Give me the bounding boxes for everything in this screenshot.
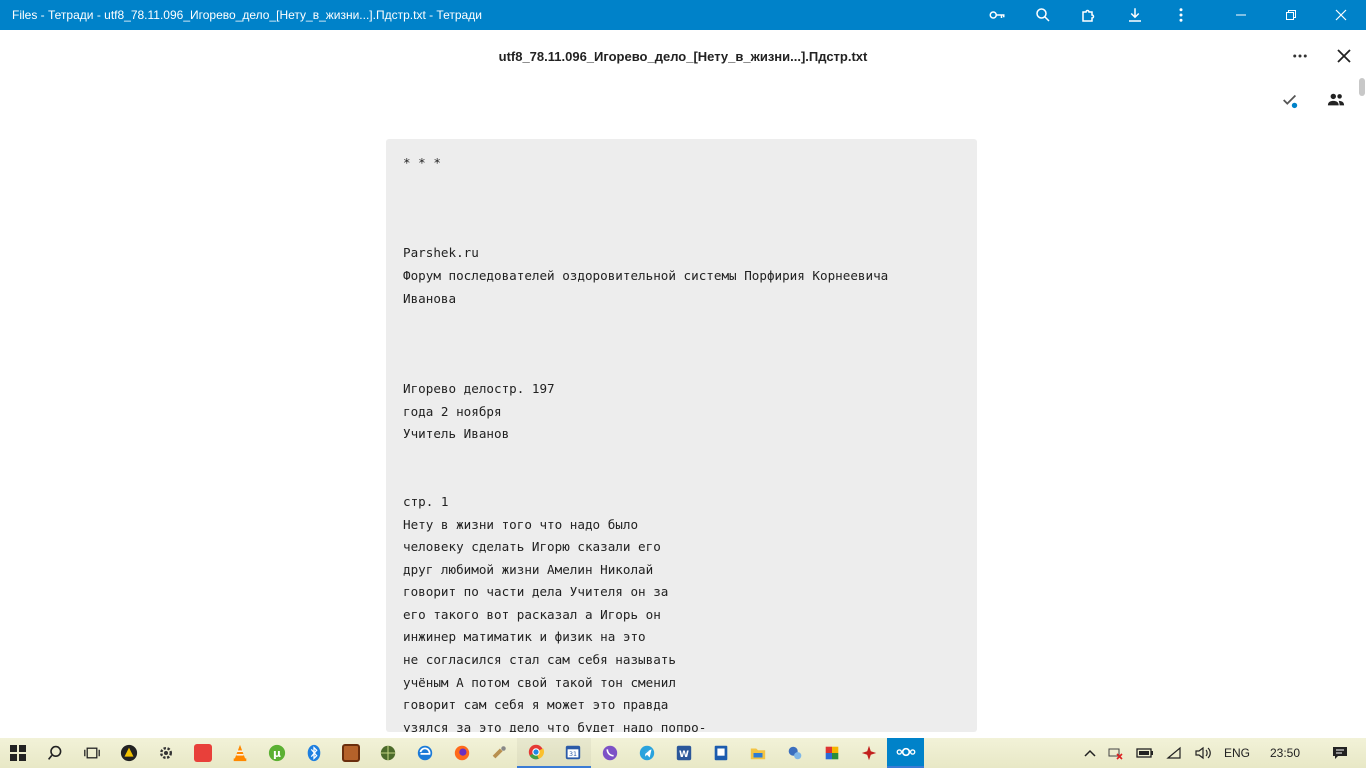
chevron-up-icon[interactable] [1078,738,1102,768]
firefox-icon[interactable] [443,738,480,768]
wifi-icon[interactable] [1160,738,1188,768]
restore-icon [1286,10,1296,20]
calendar-icon[interactable]: 31 [554,738,591,768]
globe-icon[interactable] [369,738,406,768]
app-warning-icon[interactable] [110,738,147,768]
checkmark-icon[interactable] [1280,90,1300,110]
minimize-icon [1236,14,1246,16]
settings-icon[interactable] [147,738,184,768]
text-document[interactable]: * * * Parshek.ru Форум последователей оз… [386,139,977,732]
task-view-icon[interactable] [73,738,110,768]
clock[interactable]: 23:50 [1256,738,1314,768]
search-icon[interactable] [36,738,73,768]
window-title: Files - Тетради - utf8_78.11.096_Игорево… [12,8,482,22]
anydesk-icon[interactable] [184,738,221,768]
download-icon[interactable] [1112,0,1158,30]
scrollbar[interactable] [1358,78,1366,738]
volume-icon[interactable] [1188,738,1218,768]
puzzle-app-icon[interactable] [813,738,850,768]
zoom-icon[interactable] [1020,0,1066,30]
document-text: * * * Parshek.ru Форум последователей оз… [403,155,889,732]
system-tray: ENG 23:50 [1078,738,1366,768]
red-app-icon[interactable] [850,738,887,768]
nextcloud-icon[interactable] [887,738,924,768]
close-button[interactable] [1316,0,1366,30]
viewer-side-actions [1280,90,1346,110]
scrollbar-thumb[interactable] [1359,78,1365,96]
restore-button[interactable] [1266,0,1316,30]
taskbar: µ 31 W ENG 23:50 [0,738,1366,768]
svg-text:31: 31 [568,751,576,758]
people-icon[interactable] [1326,90,1346,110]
key-icon[interactable] [974,0,1020,30]
explorer-icon[interactable] [739,738,776,768]
more-horizontal-icon[interactable] [1288,44,1312,68]
network-error-icon[interactable] [1102,738,1130,768]
battery-icon[interactable] [1130,738,1160,768]
minimize-button[interactable] [1216,0,1266,30]
viewer-header: utf8_78.11.096_Игорево_дело_[Нету_в_жизн… [0,30,1366,82]
notes-icon[interactable] [702,738,739,768]
viber-icon[interactable] [591,738,628,768]
tool-icon[interactable] [480,738,517,768]
start-icon[interactable] [0,738,36,768]
chrome-icon[interactable] [517,738,554,768]
notification-icon[interactable] [1314,738,1366,768]
svg-text:W: W [679,750,689,760]
utorrent-icon[interactable]: µ [258,738,295,768]
window-titlebar: Files - Тетради - utf8_78.11.096_Игорево… [0,0,1366,30]
word-icon[interactable]: W [665,738,702,768]
more-vertical-icon[interactable] [1158,0,1204,30]
bluetooth-icon[interactable] [295,738,332,768]
extension-icon[interactable] [1066,0,1112,30]
edge-icon[interactable] [406,738,443,768]
close-icon [1335,9,1347,21]
vlc-icon[interactable] [221,738,258,768]
telegram-icon[interactable] [628,738,665,768]
network-app-icon[interactable] [776,738,813,768]
language-indicator[interactable]: ENG [1218,738,1256,768]
viewer-close-icon[interactable] [1332,44,1356,68]
game-icon[interactable] [332,738,369,768]
svg-text:µ: µ [273,747,281,760]
file-name: utf8_78.11.096_Игорево_дело_[Нету_в_жизн… [498,48,868,64]
